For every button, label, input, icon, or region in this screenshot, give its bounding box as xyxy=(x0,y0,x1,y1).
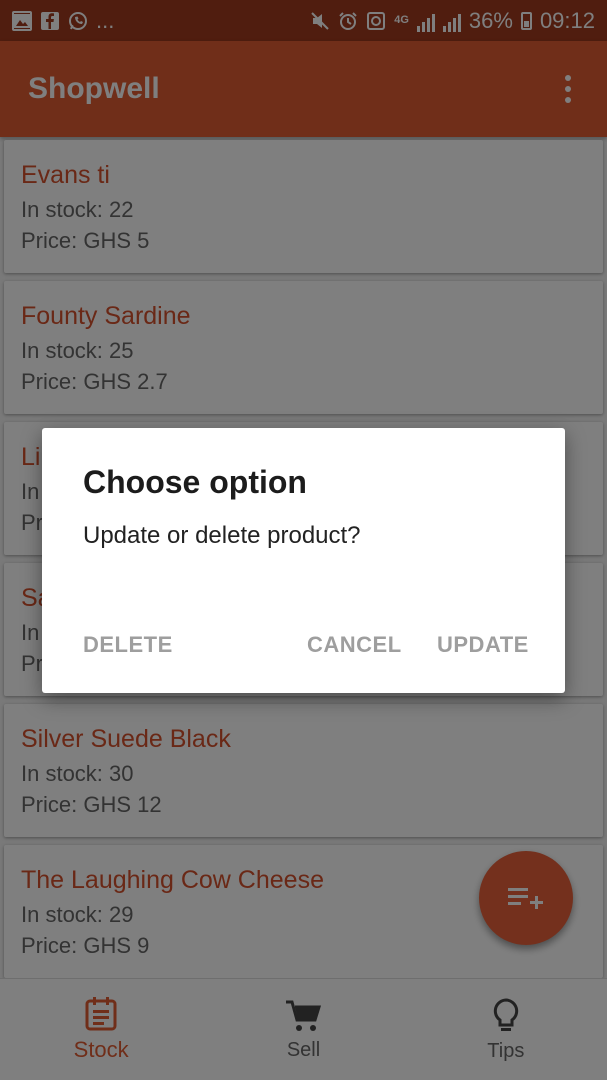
dialog-message: Update or delete product? xyxy=(83,522,361,549)
dialog-title: Choose option xyxy=(83,464,307,500)
delete-button[interactable]: DELETE xyxy=(83,632,173,658)
update-button[interactable]: UPDATE xyxy=(437,632,529,658)
cancel-button[interactable]: CANCEL xyxy=(307,632,402,658)
choose-option-dialog: Choose option Update or delete product? … xyxy=(42,428,565,693)
